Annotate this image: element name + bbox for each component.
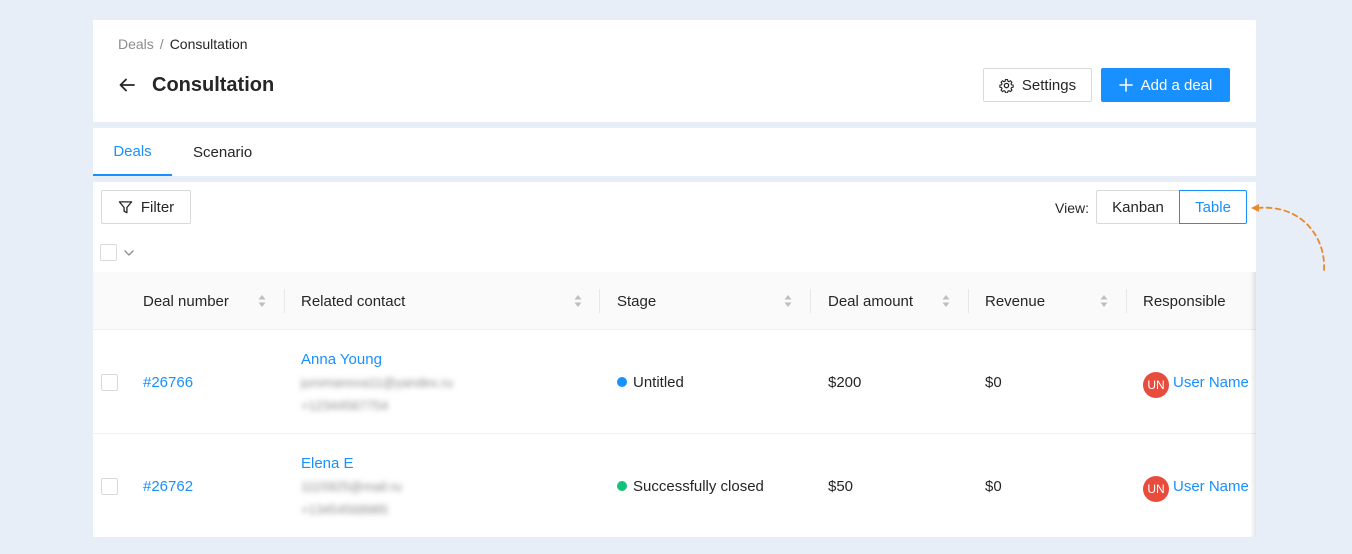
plus-icon — [1118, 78, 1133, 92]
column-header-deal-number[interactable]: Deal number — [143, 272, 229, 330]
sort-icon[interactable] — [573, 294, 583, 308]
table-header: Deal number Related contact Stage Deal a… — [93, 272, 1256, 330]
revenue: $0 — [985, 478, 1002, 495]
column-divider — [284, 289, 285, 313]
add-deal-button[interactable]: Add a deal — [1101, 68, 1230, 102]
deal-number-link[interactable]: #26766 — [143, 374, 193, 391]
avatar: UN — [1143, 372, 1169, 398]
page-header: Deals / Consultation Consultation Settings… — [93, 20, 1256, 122]
sort-icon[interactable] — [257, 294, 267, 308]
sort-icon[interactable] — [1099, 294, 1109, 308]
view-table-button[interactable]: Table — [1179, 190, 1247, 224]
view-label: View: — [1055, 200, 1089, 216]
deals-content: Filter View: Kanban Table Deal number Re… — [93, 182, 1256, 537]
row-checkbox[interactable] — [101, 478, 118, 495]
table-row: #26766 Anna Young juromanova11@yandex.ru… — [93, 330, 1256, 434]
view-kanban-button[interactable]: Kanban — [1096, 190, 1179, 224]
stage-cell: Successfully closed — [617, 478, 764, 495]
settings-button[interactable]: Settings — [983, 68, 1092, 102]
stage-label: Untitled — [633, 374, 684, 391]
column-divider — [810, 289, 811, 313]
tab-deals[interactable]: Deals — [93, 128, 172, 176]
back-arrow-icon[interactable] — [117, 75, 137, 95]
breadcrumb-separator: / — [159, 36, 164, 52]
responsible-name-link[interactable]: User Name — [1173, 478, 1249, 495]
breadcrumb-deals[interactable]: Deals — [118, 36, 154, 52]
column-divider — [1126, 289, 1127, 313]
responsible-cell: UN User Name — [1143, 370, 1249, 398]
column-divider — [968, 289, 969, 313]
add-deal-button-label: Add a deal — [1140, 76, 1213, 94]
settings-button-label: Settings — [1021, 76, 1077, 94]
scroll-shadow — [1250, 272, 1256, 537]
contact-email: juromanova11@yandex.ru — [301, 375, 453, 390]
responsible-name-link[interactable]: User Name — [1173, 374, 1249, 391]
column-header-deal-amount[interactable]: Deal amount — [828, 272, 913, 330]
page-title: Consultation — [152, 74, 275, 96]
contact-phone: +13454568985 — [301, 502, 389, 517]
deal-amount: $200 — [828, 374, 862, 391]
stage-cell: Untitled — [617, 374, 684, 391]
stage-status-dot — [617, 481, 627, 492]
contact-phone: +12344567754 — [301, 398, 389, 413]
annotation-arrow-icon — [1251, 204, 1325, 271]
column-header-revenue[interactable]: Revenue — [985, 272, 1045, 330]
contact-email: 1115925@mail.ru — [301, 479, 402, 494]
chevron-down-icon[interactable] — [122, 246, 136, 260]
filter-button-label: Filter — [140, 198, 175, 216]
breadcrumb: Deals / Consultation — [118, 36, 248, 52]
deal-number-link[interactable]: #26762 — [143, 478, 193, 495]
column-header-responsible[interactable]: Responsible — [1143, 272, 1226, 330]
revenue: $0 — [985, 374, 1002, 391]
contact-name-link[interactable]: Elena E — [301, 455, 354, 472]
column-header-stage[interactable]: Stage — [617, 272, 656, 330]
deal-amount: $50 — [828, 478, 854, 495]
tabs-bar: Deals Scenario — [93, 128, 1256, 176]
row-checkbox[interactable] — [101, 374, 118, 391]
tab-scenario[interactable]: Scenario — [193, 128, 252, 176]
table-row: #26762 Elena E 1115925@mail.ru +13454568… — [93, 434, 1256, 537]
sort-icon[interactable] — [941, 294, 951, 308]
contact-name-link[interactable]: Anna Young — [301, 351, 382, 368]
responsible-cell: UN User Name — [1143, 474, 1249, 502]
stage-label: Successfully closed — [633, 478, 764, 495]
sort-icon[interactable] — [783, 294, 793, 308]
breadcrumb-current: Consultation — [169, 36, 248, 52]
select-all-checkbox[interactable] — [100, 244, 117, 261]
avatar: UN — [1143, 476, 1169, 502]
gear-icon — [999, 78, 1014, 93]
column-header-related-contact[interactable]: Related contact — [301, 272, 405, 330]
column-divider — [599, 289, 600, 313]
filter-button[interactable]: Filter — [101, 190, 191, 224]
stage-status-dot — [617, 377, 627, 388]
filter-icon — [118, 200, 133, 213]
